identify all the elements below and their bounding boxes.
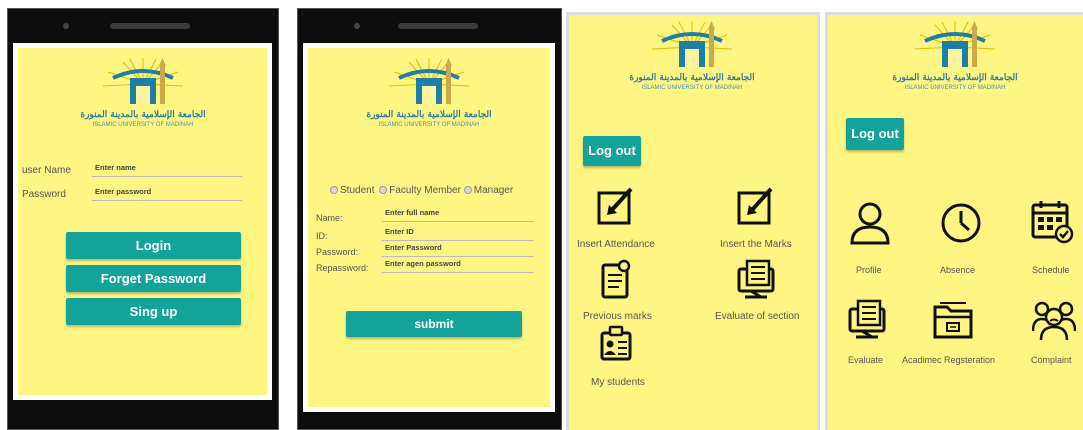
- signup-button[interactable]: Sing up: [66, 298, 241, 325]
- user-icon: [850, 202, 890, 245]
- logo-arabic-text: الجامعة الإسلامية بالمدينة المنورة: [629, 73, 755, 83]
- password-placeholder: Enter password: [95, 187, 152, 196]
- id-placeholder: Enter ID: [385, 227, 414, 236]
- logo-arabic-text: الجامعة الإسلامية بالمدينة المنورة: [366, 110, 492, 120]
- repassword-field[interactable]: Enter agen password: [382, 257, 534, 273]
- radio-icon: [463, 186, 472, 194]
- logo-arabic-text: الجامعة الإسلامية بالمدينة المنورة: [892, 73, 1018, 83]
- menu-label: My students: [591, 377, 645, 388]
- menu-label: Complaint: [1031, 355, 1072, 365]
- edit-box-icon: [597, 187, 633, 225]
- logo-english-text: ISLAMIC UNIVERSITY OF MADINAH: [92, 122, 194, 128]
- name-placeholder: Enter full name: [385, 208, 440, 217]
- password-label: Password: [22, 189, 66, 200]
- menu-label: Acadimec Regsteration: [902, 355, 996, 365]
- university-logo: الجامعة الإسلامية بالمدينة المنورة ISLAM…: [880, 19, 1030, 91]
- logo-english-text: ISLAMIC UNIVERSITY OF MADINAH: [378, 122, 480, 128]
- logout-button[interactable]: Log out: [846, 118, 904, 150]
- menu-label: Previous marks: [583, 311, 652, 322]
- calendar-check-icon: [1031, 201, 1074, 244]
- logo-emblem-icon: [102, 58, 184, 104]
- id-card-icon: [600, 325, 632, 361]
- repassword-placeholder: Enter agen password: [385, 259, 461, 268]
- phone-frame-login: الجامعة الإسلامية بالمدينة المنورة ISLAM…: [7, 8, 279, 430]
- menu-label: Schedule: [1032, 265, 1070, 275]
- folder-icon: [933, 302, 973, 339]
- repassword-label: Repassword:: [316, 263, 369, 273]
- camera-dot: [354, 23, 360, 29]
- phone-frame-signup: الجامعة الإسلامية بالمدينة المنورة ISLAM…: [297, 8, 562, 430]
- username-placeholder: Enter name: [95, 163, 136, 172]
- radio-icon: [379, 186, 388, 194]
- faculty-menu-screen: الجامعة الإسلامية بالمدينة المنورة ISLAM…: [569, 15, 817, 430]
- name-field[interactable]: Enter full name: [382, 206, 534, 222]
- username-field[interactable]: Enter name: [92, 161, 242, 177]
- logo-english-text: ISLAMIC UNIVERSITY OF MADINAH: [904, 85, 1006, 91]
- speaker-slot: [398, 23, 478, 29]
- role-option-student[interactable]: Student: [330, 185, 374, 196]
- login-screen: الجامعة الإسلامية بالمدينة المنورة ISLAM…: [18, 48, 267, 395]
- forget-password-button[interactable]: Forget Password: [66, 265, 241, 292]
- university-logo: الجامعة الإسلامية بالمدينة المنورة ISLAM…: [617, 19, 767, 91]
- menu-label: Evaluate of section: [715, 311, 800, 322]
- speaker-slot: [110, 23, 190, 29]
- menu-label: Insert Attendance: [577, 239, 655, 250]
- role-option-manager[interactable]: Manager: [463, 185, 513, 196]
- menu-label: Profile: [856, 265, 882, 275]
- signup-screen: الجامعة الإسلامية بالمدينة المنورة ISLAM…: [308, 48, 550, 407]
- logo-arabic-text: الجامعة الإسلامية بالمدينة المنورة: [80, 110, 206, 120]
- people-icon: [1032, 301, 1076, 341]
- logo-english-text: ISLAMIC UNIVERSITY OF MADINAH: [641, 85, 743, 91]
- login-button[interactable]: Login: [66, 232, 241, 259]
- student-menu-screen: الجامعة الإسلامية بالمدينة المنورة ISLAM…: [828, 15, 1083, 430]
- monitor-checklist-icon: [848, 299, 886, 339]
- signup-password-placeholder: Enter Password: [385, 243, 442, 252]
- logout-button[interactable]: Log out: [583, 136, 641, 166]
- signup-password-field[interactable]: Enter Password: [382, 241, 534, 257]
- clock-icon: [941, 203, 981, 243]
- camera-dot: [63, 23, 69, 29]
- submit-button[interactable]: submit: [346, 311, 522, 337]
- password-field[interactable]: Enter password: [92, 185, 242, 201]
- logo-emblem-icon: [651, 21, 733, 67]
- university-logo: الجامعة الإسلامية بالمدينة المنورة ISLAM…: [354, 56, 504, 128]
- logo-emblem-icon: [388, 58, 470, 104]
- monitor-checklist-icon: [737, 259, 775, 299]
- username-label: user Name: [22, 165, 71, 176]
- radio-icon: [330, 186, 338, 194]
- university-logo: الجامعة الإسلامية بالمدينة المنورة ISLAM…: [68, 56, 218, 128]
- role-option-faculty[interactable]: Faculty Member: [377, 185, 461, 196]
- menu-label: Insert the Marks: [720, 239, 792, 250]
- signup-password-label: Password:: [316, 247, 359, 257]
- id-label: ID:: [316, 231, 328, 241]
- name-label: Name:: [316, 213, 343, 223]
- menu-label: Absence: [940, 265, 976, 275]
- id-field[interactable]: Enter ID: [382, 225, 534, 241]
- logo-emblem-icon: [914, 21, 996, 67]
- document-icon: [601, 259, 631, 299]
- role-radio-group: Student Faculty Member Manager: [330, 185, 513, 196]
- menu-label: Evaluate: [848, 355, 884, 365]
- edit-box-icon: [737, 187, 773, 225]
